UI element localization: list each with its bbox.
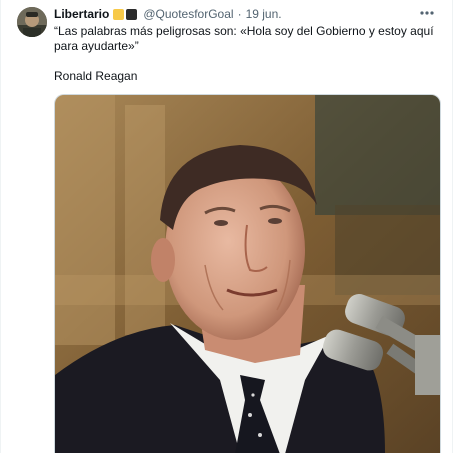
tweet-photo[interactable] — [54, 94, 441, 453]
more-horizontal-icon[interactable] — [418, 5, 436, 21]
avatar[interactable] — [17, 7, 47, 37]
tweet-quote: “Las palabras más peligrosas son: «Hola … — [54, 24, 434, 53]
tweet-card[interactable]: Libertario @QuotesforGoal · 19 jun. “Las… — [0, 0, 453, 453]
photo-image — [55, 95, 440, 453]
tweet-date[interactable]: 19 jun. — [246, 6, 282, 22]
flag-emoji-black — [126, 8, 138, 20]
flag-emoji-yellow — [113, 8, 125, 20]
tweet-text: “Las palabras más peligrosas son: «Hola … — [54, 24, 444, 84]
avatar-image — [17, 7, 47, 37]
author-display-name[interactable]: Libertario — [54, 6, 109, 22]
author-handle[interactable]: @QuotesforGoal — [143, 6, 233, 22]
tweet-quote-author: Ronald Reagan — [54, 69, 138, 83]
tweet-header: Libertario @QuotesforGoal · 19 jun. — [54, 5, 436, 23]
separator-dot: · — [237, 7, 242, 21]
